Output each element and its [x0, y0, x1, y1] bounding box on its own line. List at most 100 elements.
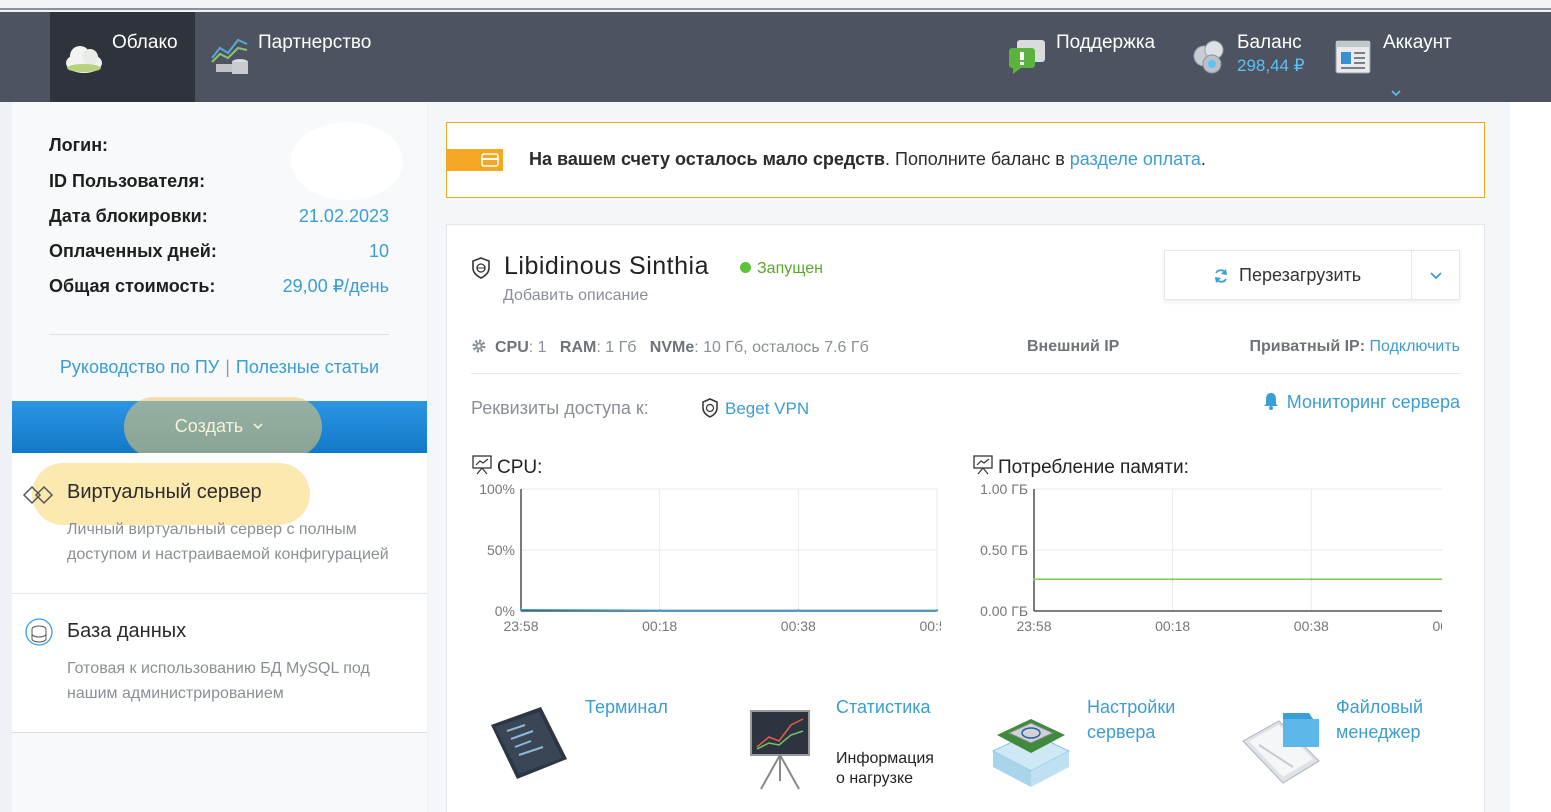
specs-divider [471, 373, 1461, 374]
x-tick-label: 23:58 [1016, 618, 1051, 633]
tool-server-settings[interactable]: Настройки сервера [989, 695, 1229, 805]
low-balance-alert: На вашем счету осталось мало средств. По… [446, 122, 1485, 198]
chevron-down-icon[interactable] [1429, 271, 1443, 281]
cpu-chart-title-text: CPU: [497, 457, 543, 478]
shield-icon [472, 257, 490, 279]
data-point [1310, 578, 1313, 581]
sidebar-divider [49, 334, 389, 335]
memory-chart: 23:58 00:18 00:38 00:58 1.00 ГБ 0.50 ГБ 0.00 Г… [980, 483, 1442, 633]
balance-value: 298,44 ₽ [1237, 56, 1305, 75]
nav-account[interactable]: Аккаунт [1335, 12, 1485, 102]
gear-icon [472, 339, 486, 353]
tool-statistics-sub2: о нагрузке [836, 770, 914, 787]
x-tick-label: 00:38 [781, 618, 816, 633]
private-ip-label: Приватный IP: [1249, 338, 1366, 355]
shield-icon [702, 398, 718, 418]
tool-file-manager-label2: менеджер [1336, 722, 1421, 742]
nvme-value: : 10 Гб, осталось 7.6 Гб [694, 339, 869, 356]
nav-cloud-label: Облако [112, 32, 178, 53]
tool-terminal[interactable]: Терминал [487, 695, 727, 805]
y-tick-label: 0% [495, 603, 515, 619]
links-separator: | [225, 357, 230, 377]
x-tick-label: 00:38 [1294, 618, 1329, 633]
nav-account-label: Аккаунт [1383, 32, 1452, 53]
y-tick-label: 0.00 ГБ [980, 603, 1028, 619]
tool-file-manager-label1: Файловый [1336, 697, 1424, 717]
total-cost-value: 29,00 ₽/день [282, 276, 389, 296]
y-tick-label: 0.50 ГБ [980, 542, 1028, 558]
help-links: Руководство по ПУ | Полезные статьи [12, 357, 427, 378]
vpn-link[interactable]: Beget VPN [701, 398, 809, 419]
tool-statistics-sub1: Информация [836, 750, 934, 767]
server-specs: CPU: 1 RAM: 1 Гб NVMe: 10 Гб, осталось 7… [471, 338, 869, 357]
chart-board-icon [472, 455, 492, 475]
chevron-down-icon [253, 423, 263, 430]
create-dropdown: Виртуальный сервер Личный виртуальный се… [12, 453, 427, 733]
coins-icon [1193, 40, 1224, 74]
tool-terminal-label: Терминал [585, 697, 668, 717]
tool-statistics[interactable]: Статистика Информация о нагрузке [747, 695, 987, 812]
y-tick-label: 1.00 ГБ [980, 483, 1028, 497]
menu-item-database[interactable]: База данных Готовая к использованию БД M… [12, 594, 427, 733]
memory-chart-title-text: Потребление памяти: [998, 457, 1189, 478]
data-point [1171, 578, 1174, 581]
series-line [520, 609, 937, 612]
status-text: Запущен [757, 260, 823, 277]
user-id-label: ID Пользователя: [49, 171, 206, 191]
add-description-link[interactable]: Добавить описание [503, 287, 648, 305]
vpn-link-label: Beget VPN [725, 399, 810, 418]
sidebar: Логин: ID Пользователя: Дата блокировки:… [12, 102, 427, 812]
bell-icon [1263, 393, 1278, 410]
data-point [519, 608, 523, 611]
create-button[interactable]: Создать [12, 416, 427, 437]
refresh-icon [1215, 269, 1227, 283]
data-point [1032, 578, 1036, 581]
x-tick-label: 00:18 [1155, 618, 1190, 633]
x-tick-label: 00:58 [919, 618, 941, 633]
reboot-button-group: Перезагрузить [1164, 250, 1460, 300]
block-date-label: Дата блокировки: [49, 206, 208, 226]
wallet-icon [481, 153, 499, 167]
nav-balance[interactable]: Баланс 298,44 ₽ [1190, 12, 1320, 102]
articles-link[interactable]: Полезные статьи [236, 357, 379, 377]
login-label: Логин: [49, 135, 109, 155]
server-name: Libidinous Sinthia [504, 252, 709, 280]
menu-item-desc: Готовая к использованию БД MySQL под наш… [67, 660, 370, 702]
cpu-label: CPU [495, 339, 529, 356]
window-top-strip [0, 0, 1551, 10]
x-tick-label: 00:18 [642, 618, 677, 633]
create-button-label: Создать [174, 416, 244, 436]
alert-tab [447, 149, 503, 171]
menu-item-virtual-server[interactable]: Виртуальный сервер Личный виртуальный се… [12, 453, 427, 593]
payment-section-link[interactable]: разделе оплата [1070, 149, 1201, 169]
reboot-label: Перезагрузить [1239, 265, 1362, 285]
tool-file-manager[interactable]: Файловый менеджер [1239, 695, 1479, 805]
create-bar: Создать [12, 397, 427, 457]
menu-item-title: База данных [67, 620, 187, 642]
private-ip-connect-link[interactable]: Подключить [1370, 338, 1460, 355]
support-chat-icon [1009, 40, 1045, 74]
nav-partnership[interactable]: Партнерство [195, 12, 395, 102]
nav-support-label: Поддержка [1056, 32, 1156, 53]
nav-balance-label: Баланс [1237, 32, 1302, 53]
alert-text: . Пополните баланс в [885, 149, 1070, 169]
chart-board-icon [973, 455, 993, 475]
cpu-chart-title: CPU: [471, 455, 542, 479]
external-ip-label: Внешний IP [1027, 338, 1120, 355]
chevron-down-icon[interactable] [1390, 89, 1402, 97]
guide-link[interactable]: Руководство по ПУ [60, 357, 219, 377]
menu-item-desc: Личный виртуальный сервер с полным досту… [67, 521, 389, 563]
file-manager-icon [1242, 713, 1320, 784]
ram-label: RAM [559, 339, 597, 356]
menu-item-title: Виртуальный сервер [67, 481, 262, 503]
reboot-button[interactable]: Перезагрузить [1165, 251, 1411, 299]
tool-server-settings-label2: сервера [1087, 722, 1156, 742]
private-ip: Приватный IP: Подключить [1250, 338, 1460, 356]
access-label: Реквизиты доступа к: [471, 398, 649, 418]
monitoring-link[interactable]: Мониторинг сервера [1263, 392, 1460, 413]
cloud-icon [66, 46, 102, 73]
nvme-label: NVMe [649, 339, 695, 356]
paid-days-label: Оплаченных дней: [49, 241, 217, 261]
nav-cloud[interactable]: Облако [50, 12, 195, 102]
nav-support[interactable]: Поддержка [1005, 12, 1175, 102]
